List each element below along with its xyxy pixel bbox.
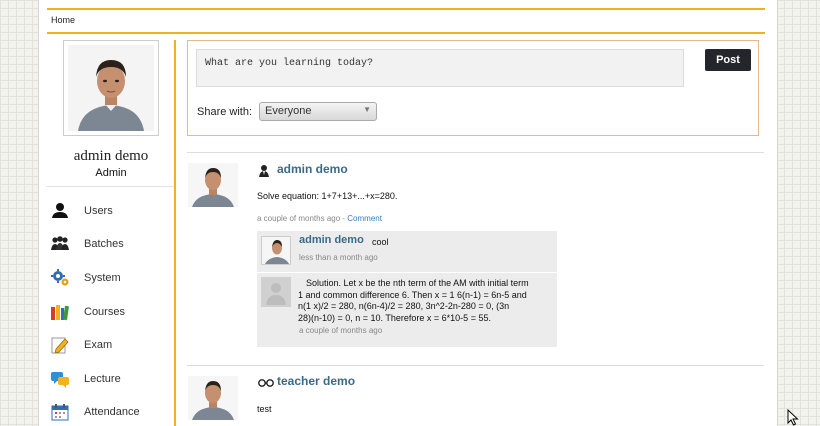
comment-line: Solution. Let x be the nth term of the A… xyxy=(306,278,529,288)
system-gear-icon xyxy=(50,268,70,288)
feed-divider xyxy=(187,152,764,153)
exam-pencil-icon xyxy=(50,335,70,355)
sidebar-menu: Users Batches System Courses Exam Lectur… xyxy=(46,194,174,426)
sidebar-item-attendance[interactable]: Attendance xyxy=(46,396,174,426)
courses-books-icon xyxy=(50,302,70,322)
comment-timestamp: less than a month ago xyxy=(299,253,378,262)
profile-name: admin demo xyxy=(73,148,149,164)
post-body: Solve equation: 1+7+13+...+x=280. xyxy=(257,191,398,201)
lecture-chat-icon xyxy=(50,369,70,389)
comment-thread: admin demo cool less than a month ago So… xyxy=(257,231,557,347)
sidebar-item-label: Batches xyxy=(84,238,124,251)
comment-line: 28)(n-10) = 0, n = 10. Therefore x = 6*1… xyxy=(298,312,491,323)
post-meta: a couple of months ago - Comment xyxy=(257,214,382,223)
sidebar-divider xyxy=(46,186,174,187)
attendance-calendar-icon xyxy=(50,402,70,422)
profile-photo[interactable] xyxy=(63,40,159,136)
admin-badge-icon xyxy=(258,164,270,177)
chevron-down-icon: ▼ xyxy=(363,105,371,114)
share-with-select[interactable]: Everyone ▼ xyxy=(259,102,377,121)
comment-line: n(1 x)/2 = 280, n(6n-4)/2 = 280, 3n^2-2n… xyxy=(298,301,510,311)
sidebar-item-label: Users xyxy=(84,204,113,217)
comment-body: Solution. Let x be the nth term of the A… xyxy=(298,278,556,324)
post-author[interactable]: admin demo xyxy=(277,162,348,176)
feed-divider xyxy=(187,365,764,366)
teacher-glasses-icon xyxy=(258,378,274,391)
share-with-label: Share with: xyxy=(197,106,253,118)
comment-timestamp: a couple of months ago xyxy=(299,326,383,335)
comment-body: cool xyxy=(372,237,389,247)
breadcrumb-home-link[interactable]: Home xyxy=(51,15,75,25)
sidebar-item-system[interactable]: System xyxy=(46,261,174,295)
profile-role: Admin xyxy=(95,167,127,179)
sidebar-item-label: Attendance xyxy=(84,406,140,419)
sidebar-item-label: Lecture xyxy=(84,372,121,385)
sidebar: admin demo Admin Users Batches System Co… xyxy=(46,40,174,426)
batches-icon xyxy=(50,234,70,254)
comment-line: 1 and common difference 6. Then x = 1 6(… xyxy=(298,289,527,300)
content-divider xyxy=(174,40,176,426)
users-icon xyxy=(50,201,70,221)
breadcrumb: Home xyxy=(47,8,765,34)
sidebar-item-batches[interactable]: Batches xyxy=(46,228,174,262)
sidebar-item-lecture[interactable]: Lecture xyxy=(46,362,174,396)
post-input[interactable]: What are you learning today? xyxy=(196,49,684,87)
post-button[interactable]: Post xyxy=(705,49,751,71)
comment-divider xyxy=(257,272,557,273)
sidebar-item-label: Exam xyxy=(84,339,113,352)
post-avatar[interactable] xyxy=(188,163,238,207)
share-with-value: Everyone xyxy=(265,105,312,117)
sidebar-item-courses[interactable]: Courses xyxy=(46,295,174,329)
post-timestamp: a couple of months ago xyxy=(257,214,341,223)
comment-avatar[interactable] xyxy=(261,236,291,265)
comment-avatar-placeholder[interactable] xyxy=(261,277,291,307)
sidebar-item-label: Courses xyxy=(84,305,125,318)
sidebar-item-users[interactable]: Users xyxy=(46,194,174,228)
sidebar-item-label: System xyxy=(84,271,121,284)
mouse-pointer-icon xyxy=(787,408,799,426)
profile-photo-image xyxy=(68,45,154,131)
post-body: test xyxy=(257,404,272,414)
post-composer: What are you learning today? Post Share … xyxy=(187,40,759,136)
post-author[interactable]: teacher demo xyxy=(277,374,355,388)
comment-link[interactable]: Comment xyxy=(347,214,382,223)
sidebar-item-exam[interactable]: Exam xyxy=(46,328,174,362)
comment-author[interactable]: admin demo xyxy=(299,234,364,246)
post-avatar[interactable] xyxy=(188,376,238,420)
default-avatar-icon xyxy=(261,277,291,307)
